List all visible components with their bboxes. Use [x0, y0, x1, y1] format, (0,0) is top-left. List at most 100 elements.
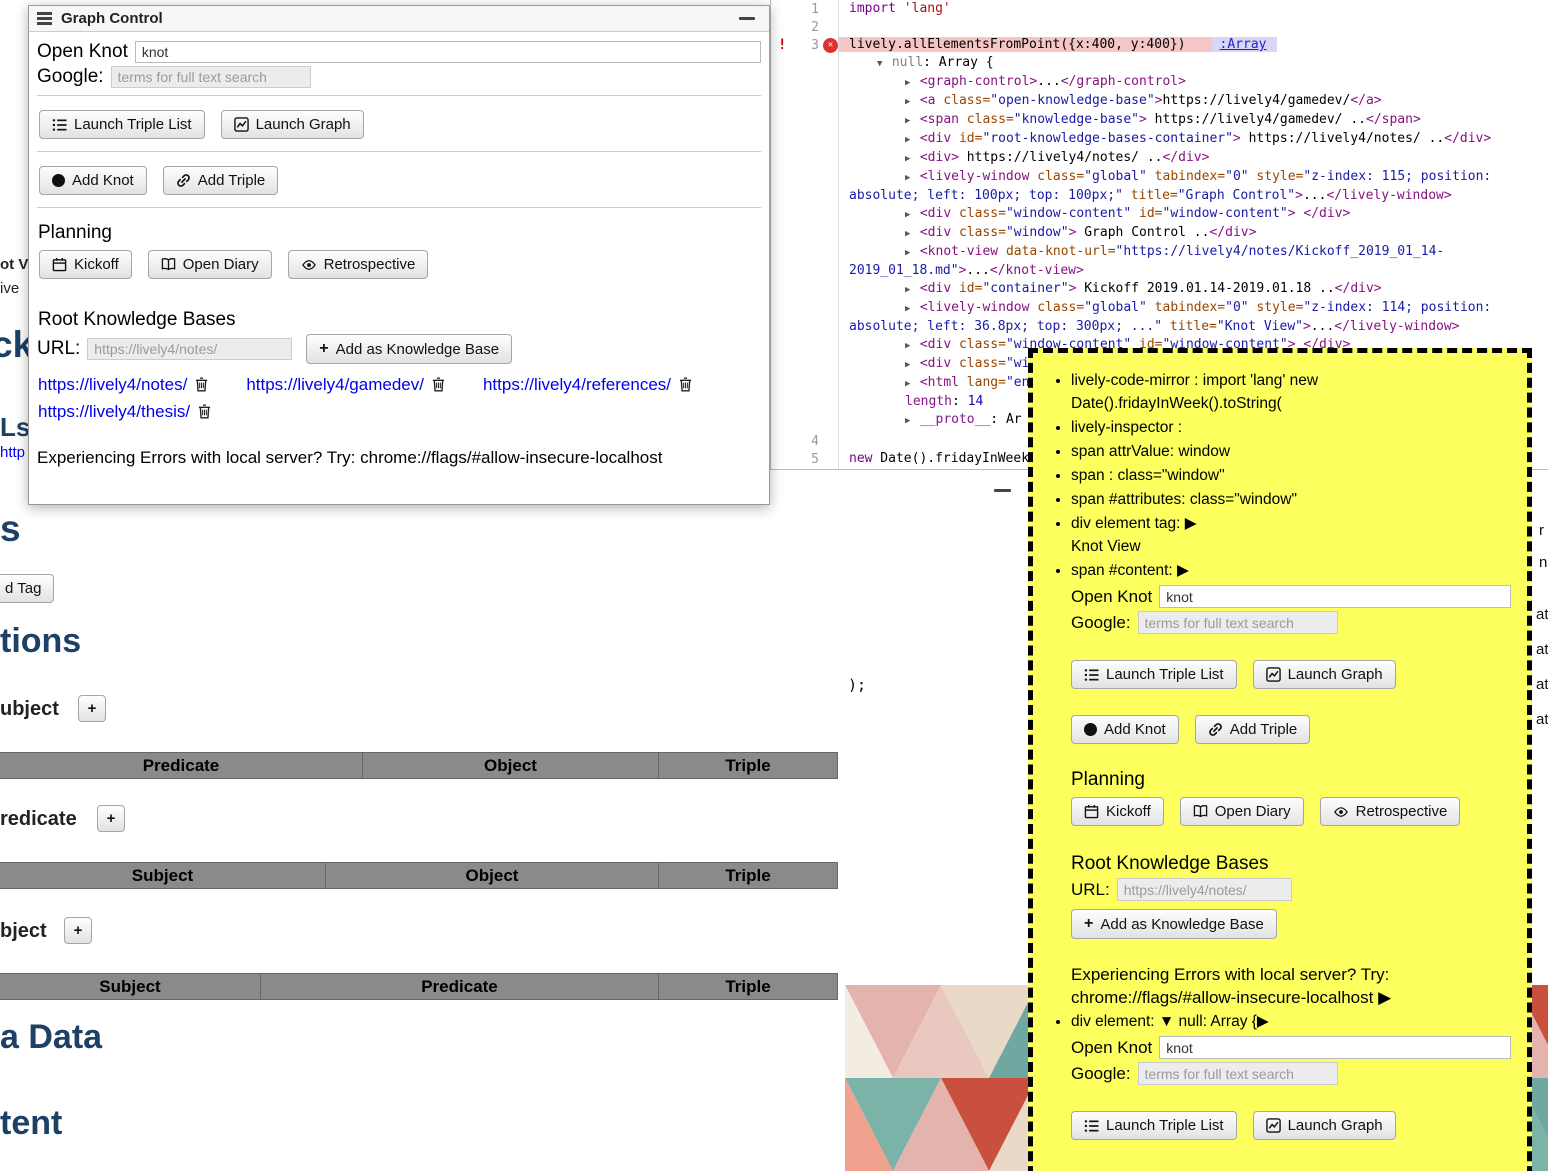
code-token: ... — [1303, 188, 1326, 203]
open-diary-button[interactable]: Open Diary — [148, 250, 272, 279]
inspector-node[interactable]: ▶ <div class="window"> Graph Control ..<… — [849, 224, 1540, 243]
add-object-button[interactable]: + — [64, 917, 92, 944]
expand-arrow[interactable]: ▶ — [905, 248, 920, 258]
add-knot-button[interactable]: Add Knot — [39, 166, 147, 195]
open-knot-input[interactable] — [1159, 585, 1511, 608]
code-token: "open-knowledge-base" — [990, 93, 1154, 108]
knowledge-base-link[interactable]: https://lively4/references/ — [483, 375, 671, 394]
kickoff-button[interactable]: Kickoff — [1071, 797, 1164, 826]
expand-arrow[interactable]: ▶ — [905, 229, 920, 239]
add-tag-button[interactable]: d Tag — [0, 574, 54, 603]
button-label: Launch Graph — [1288, 666, 1383, 683]
add-knowledge-base-button[interactable]: + Add as Knowledge Base — [306, 334, 512, 364]
knowledge-base-link[interactable]: https://lively4/thesis/ — [38, 402, 190, 421]
retrospective-button[interactable]: Retrospective — [1320, 797, 1461, 826]
list-icon — [1084, 1119, 1099, 1133]
expand-arrow[interactable]: ▶ — [905, 154, 920, 164]
expand-arrow[interactable]: ▶ — [905, 360, 920, 370]
expand-arrow[interactable]: ▶ — [905, 341, 920, 351]
open-knot-input[interactable] — [1159, 1036, 1511, 1059]
inspector-node[interactable]: ▶ <span class="knowledge-base"> https://… — [849, 111, 1540, 130]
trash-icon[interactable] — [432, 374, 445, 399]
collapse-arrow[interactable]: ▼ — [877, 59, 892, 69]
launch-triple-list-button[interactable]: Launch Triple List — [1071, 1111, 1237, 1140]
minimize-icon[interactable] — [994, 489, 1011, 492]
root-knowledge-bases-heading: Root Knowledge Bases — [1071, 852, 1511, 875]
inspector-node[interactable]: ▶ <lively-window class="global" tabindex… — [849, 168, 1540, 205]
expand-arrow[interactable]: ▶ — [905, 304, 920, 314]
subject-section-fragment: ubject — [0, 698, 59, 721]
launch-graph-button[interactable]: Launch Graph — [1253, 1111, 1396, 1140]
code-token: lang= — [959, 375, 1006, 390]
code-token: class= — [951, 356, 1006, 371]
code-token: https://lively4/notes/ .. — [1241, 131, 1445, 146]
code-token: class= — [959, 112, 1014, 127]
kickoff-button[interactable]: Kickoff — [39, 250, 132, 279]
google-search-input[interactable] — [1138, 1062, 1338, 1085]
expand-arrow[interactable]: ▶ — [905, 173, 920, 183]
retrospective-button[interactable]: Retrospective — [288, 250, 429, 279]
inspector-node[interactable]: ▶ <graph-control>...</graph-control> — [849, 73, 1540, 92]
code-token: : — [952, 394, 968, 409]
knowledge-base-link[interactable]: https://lively4/gamedev/ — [246, 375, 424, 394]
overlay-text: span #content: ▶ — [1071, 562, 1189, 579]
google-search-input[interactable] — [111, 66, 311, 88]
add-knowledge-base-button[interactable]: + Add as Knowledge Base — [1071, 909, 1277, 939]
inspector-node[interactable]: ▼ null: Array { — [849, 54, 1540, 73]
add-triple-button[interactable]: Add Triple — [163, 166, 279, 195]
overlay-item: lively-inspector : — [1071, 416, 1511, 439]
url-link-fragment[interactable]: http — [0, 444, 25, 461]
launch-graph-button[interactable]: Launch Graph — [1253, 660, 1396, 689]
knowledge-base-url-input[interactable] — [1117, 878, 1292, 901]
knowledge-base-link[interactable]: https://lively4/notes/ — [38, 375, 187, 394]
inspector-node[interactable]: ▶ <div class="window-content" id="window… — [849, 205, 1540, 224]
code-token: "container" — [982, 281, 1068, 296]
launch-triple-list-button[interactable]: Launch Triple List — [1071, 660, 1237, 689]
expand-arrow[interactable]: ▶ — [905, 116, 920, 126]
object-associations-table: Subject Predicate Triple — [0, 973, 838, 1000]
expand-arrow[interactable]: ▶ — [905, 97, 920, 107]
code-token: </lively-window> — [1334, 319, 1459, 334]
button-label: Kickoff — [1106, 803, 1151, 820]
window-title: Graph Control — [61, 10, 163, 27]
add-triple-button[interactable]: Add Triple — [1195, 715, 1311, 744]
add-knot-button[interactable]: Add Knot — [1071, 715, 1179, 744]
inspector-node[interactable]: ▶ <lively-window class="global" tabindex… — [849, 299, 1540, 336]
code-token: </span> — [1366, 112, 1421, 127]
expand-arrow[interactable]: ▶ — [905, 135, 920, 145]
button-label: Launch Triple List — [1106, 666, 1224, 683]
open-diary-button[interactable]: Open Diary — [1180, 797, 1304, 826]
minimize-button[interactable] — [739, 17, 755, 20]
expand-arrow[interactable]: ▶ — [905, 210, 920, 220]
type-annotation-link[interactable]: :Array — [1212, 37, 1277, 52]
open-knot-input[interactable] — [135, 41, 761, 63]
google-search-input[interactable] — [1138, 611, 1338, 634]
trash-icon[interactable] — [198, 401, 211, 426]
inspector-node[interactable]: ▶ <div id="container"> Kickoff 2019.01.1… — [849, 280, 1540, 299]
trash-icon[interactable] — [195, 374, 208, 399]
launch-graph-button[interactable]: Launch Graph — [221, 110, 364, 139]
inspector-node[interactable]: ▶ <div id="root-knowledge-bases-containe… — [849, 130, 1540, 149]
menu-icon[interactable] — [37, 12, 52, 25]
expand-arrow[interactable]: ▶ — [905, 416, 920, 426]
inspector-node[interactable]: ▶ <div> https://lively4/notes/ ..</div> — [849, 149, 1540, 168]
button-label: d Tag — [5, 580, 41, 597]
expand-arrow[interactable]: ▶ — [905, 379, 920, 389]
knowledge-base-url-input[interactable] — [87, 338, 292, 360]
google-label: Google: — [37, 66, 104, 88]
launch-triple-list-button[interactable]: Launch Triple List — [39, 110, 205, 139]
code-token: "wi — [1006, 356, 1029, 371]
expand-arrow[interactable]: ▶ — [905, 78, 920, 88]
code-token: </div> — [1162, 150, 1209, 165]
expand-arrow[interactable]: ▶ — [905, 285, 920, 295]
code-token: <a — [920, 93, 936, 108]
inspector-node[interactable]: ▶ <a class="open-knowledge-base">https:/… — [849, 92, 1540, 111]
keyword-token: import — [849, 1, 896, 16]
add-subject-button[interactable]: + — [78, 695, 106, 722]
window-titlebar[interactable]: Graph Control — [29, 6, 769, 32]
predicate-section-fragment: redicate — [0, 808, 77, 831]
code-token: id= — [1131, 206, 1162, 221]
add-predicate-button[interactable]: + — [97, 805, 125, 832]
inspector-node[interactable]: ▶ <knot-view data-knot-url="https://live… — [849, 243, 1540, 280]
trash-icon[interactable] — [679, 374, 692, 399]
